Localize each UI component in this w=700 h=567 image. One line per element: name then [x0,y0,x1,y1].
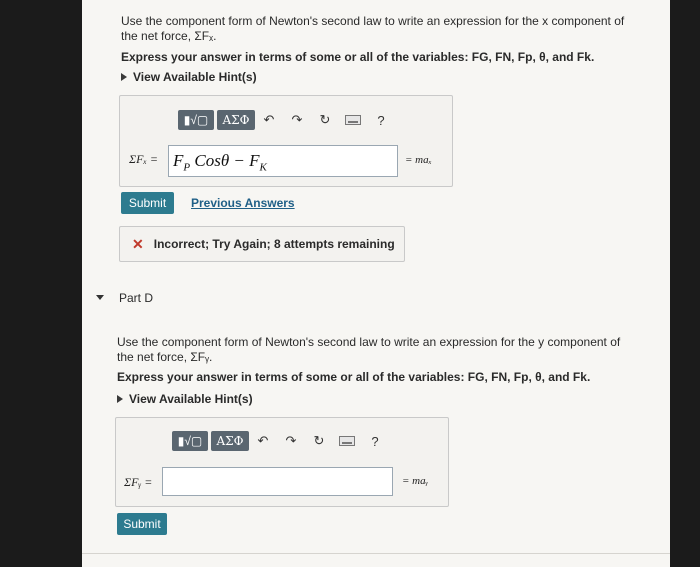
keyboard-icon[interactable] [336,431,358,451]
feedback-text: Incorrect; Try Again; 8 attempts remaini… [153,237,395,251]
part-c-answer-input[interactable]: FP Cosθ − FK [168,145,398,177]
incorrect-x-icon: ✕ [132,235,144,252]
hint-label: View Available Hint(s) [129,392,253,406]
previous-answers-link[interactable]: Previous Answers [191,196,295,210]
undo-icon[interactable]: ↶ [258,110,280,130]
help-icon[interactable]: ? [364,431,386,451]
part-c-lhs: ΣFₓ = [129,152,158,166]
greek-symbols-button[interactable]: ΑΣΦ [217,110,255,130]
templates-button[interactable]: ▮√▢ [172,431,208,451]
part-c-answer-editor: ▮√▢ ΑΣΦ ↶ ↷ ↻ ? ΣFₓ = FP Cosθ − FK = maₓ [119,95,453,187]
redo-icon[interactable]: ↷ [286,110,308,130]
part-d-answer-editor: ▮√▢ ΑΣΦ ↶ ↷ ↻ ? ΣFᵧ = = maᵧ [115,417,449,507]
greek-symbols-button[interactable]: ΑΣΦ [211,431,249,451]
part-d-submit-button[interactable]: Submit [117,513,167,535]
part-c-question: Use the component form of Newton's secon… [121,14,625,43]
part-c-instructions: Express your answer in terms of some or … [121,50,595,64]
hint-label: View Available Hint(s) [133,70,257,84]
templates-button[interactable]: ▮√▢ [178,110,214,130]
part-d-title: Part D [119,291,154,305]
part-c-hint-toggle[interactable]: View Available Hint(s) [121,70,257,84]
divider [82,553,670,554]
part-d-instructions: Express your answer in terms of some or … [117,370,591,384]
math-toolbar: ▮√▢ ΑΣΦ ↶ ↷ ↻ ? [172,431,392,451]
reset-icon[interactable]: ↻ [314,110,336,130]
redo-icon[interactable]: ↷ [280,431,302,451]
part-c-rhs: = maₓ [405,154,432,166]
part-c-answer-text: FP Cosθ − FK [173,151,267,174]
feedback-banner: ✕ Incorrect; Try Again; 8 attempts remai… [119,226,405,262]
part-d-hint-toggle[interactable]: View Available Hint(s) [117,392,253,406]
question-page: Use the component form of Newton's secon… [82,0,670,567]
expand-triangle-icon [117,395,123,403]
part-d-lhs: ΣFᵧ = [124,475,153,489]
part-d-answer-input[interactable] [162,467,393,496]
part-d-rhs: = maᵧ [402,475,429,487]
keyboard-icon[interactable] [342,110,364,130]
help-icon[interactable]: ? [370,110,392,130]
undo-icon[interactable]: ↶ [252,431,274,451]
math-toolbar: ▮√▢ ΑΣΦ ↶ ↷ ↻ ? [178,110,398,130]
part-c-submit-button[interactable]: Submit [121,192,174,214]
reset-icon[interactable]: ↻ [308,431,330,451]
part-d-question: Use the component form of Newton's secon… [117,335,621,364]
collapse-chevron-icon[interactable] [96,295,104,300]
expand-triangle-icon [121,73,127,81]
